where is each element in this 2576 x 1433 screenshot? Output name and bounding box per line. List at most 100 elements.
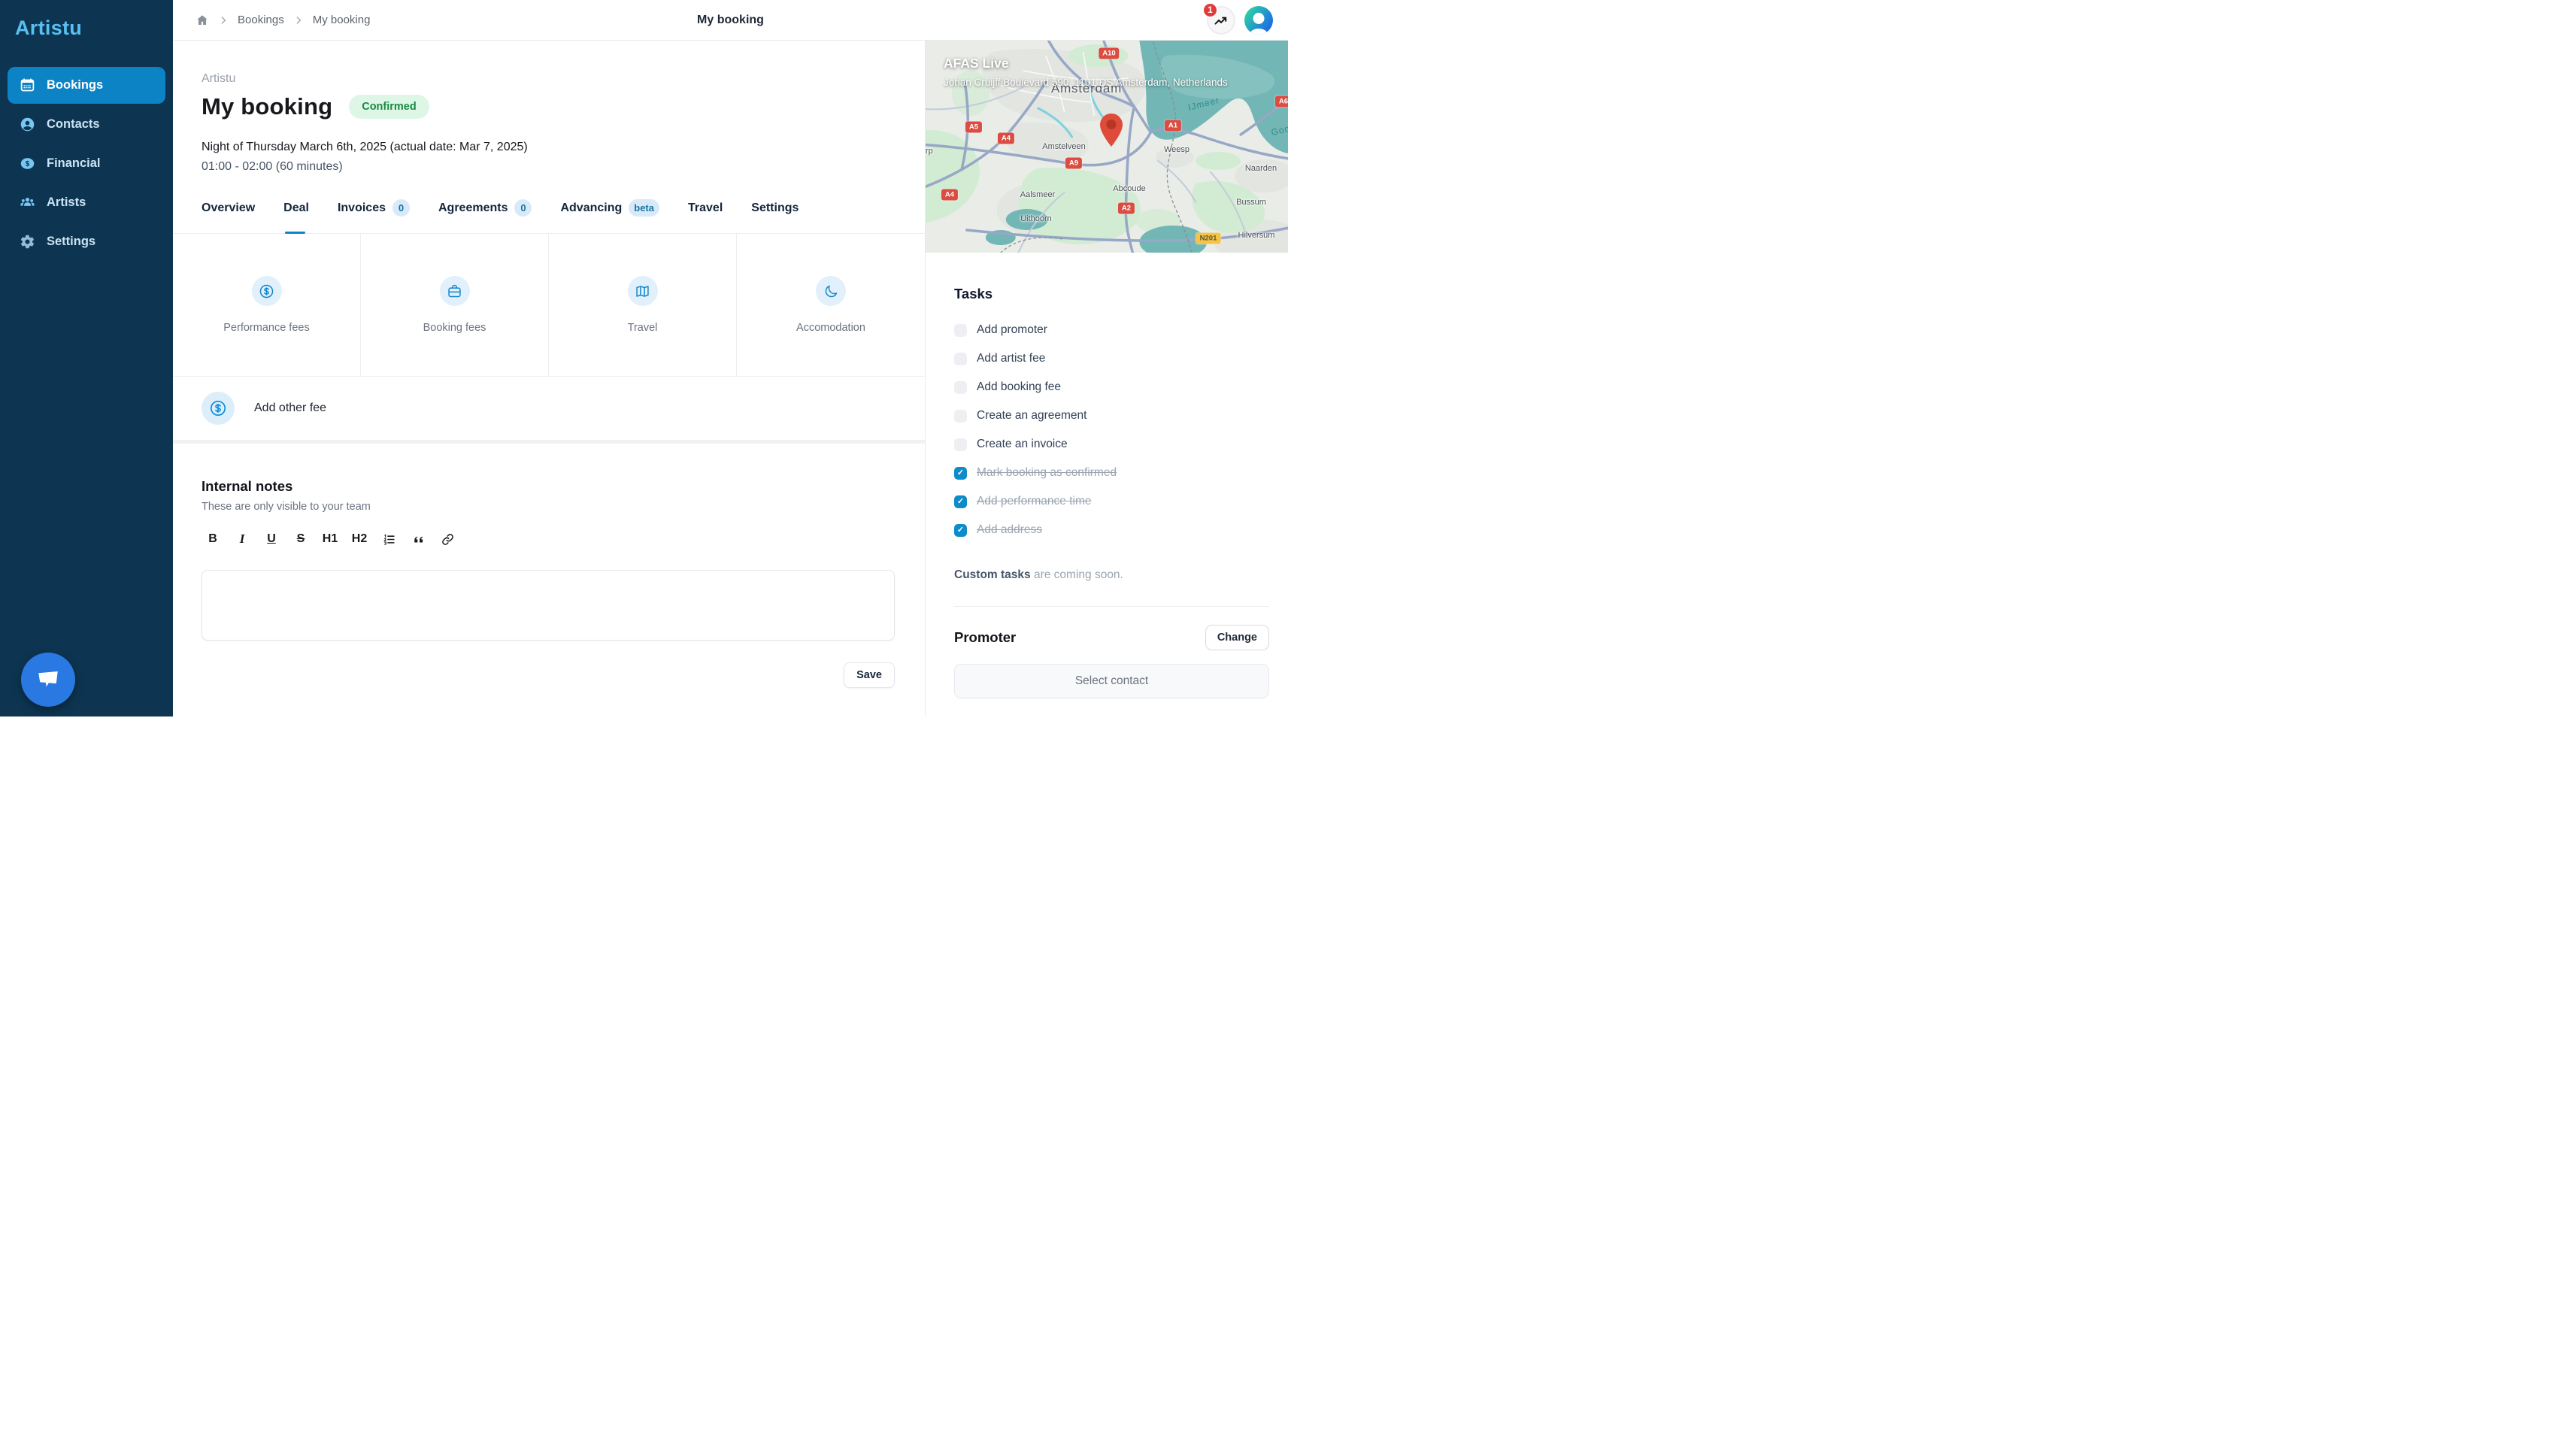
internal-notes-section: Internal notes These are only visible to…	[173, 444, 925, 688]
booking-date: Night of Thursday March 6th, 2025 (actua…	[202, 141, 895, 154]
fee-card[interactable]: Performance fees	[173, 234, 361, 376]
task-checkbox[interactable]: ✓	[954, 353, 967, 365]
strikethrough-button[interactable]: S	[289, 528, 312, 550]
map-label: Hilversum	[1238, 231, 1275, 240]
task-checkbox[interactable]: ✓	[954, 524, 967, 537]
link-button[interactable]	[436, 528, 459, 550]
sidebar-item[interactable]: $ Financial	[8, 145, 165, 182]
dollar-circle-icon	[252, 276, 282, 306]
right-panel: Amsterdam IJmeer Amstelveen Weesp Naarde…	[925, 41, 1288, 716]
tab[interactable]: Travel	[688, 199, 723, 233]
tab-badge: 0	[514, 199, 532, 217]
calendar-icon	[20, 77, 35, 93]
activity-button[interactable]: 1	[1207, 6, 1235, 35]
fee-card-label: Accomodation	[796, 322, 865, 334]
tab[interactable]: Advancing beta	[560, 199, 659, 233]
venue-name: AFAS Live	[944, 56, 1228, 71]
topbar-actions: 1	[1207, 6, 1273, 35]
task-row: ✓ Create an agreement	[954, 407, 1269, 424]
fee-card[interactable]: Accomodation	[737, 234, 925, 376]
tab-label: Overview	[202, 201, 255, 215]
venue-address: Johan Cruijff Boulevard 590, 1101 DS Ams…	[944, 77, 1228, 88]
dollar-circle-icon	[202, 392, 235, 425]
tab[interactable]: Settings	[751, 199, 799, 233]
sidebar-item-label: Settings	[47, 235, 95, 249]
user-avatar[interactable]	[1244, 6, 1273, 35]
task-checkbox[interactable]: ✓	[954, 324, 967, 337]
sidebar: Artistu Bookings Contacts $ Financial	[0, 0, 173, 716]
notes-toolbar: B I U	[202, 528, 895, 550]
fee-card[interactable]: Travel	[549, 234, 737, 376]
sidebar-item-label: Financial	[47, 156, 101, 171]
fee-cards: Performance fees Booking fees Travel	[173, 234, 925, 377]
sidebar-item[interactable]: Artists	[8, 184, 165, 221]
map-icon	[628, 276, 658, 306]
fee-card-label: Performance fees	[223, 322, 309, 334]
map-label: A1	[1165, 120, 1181, 132]
select-contact-button[interactable]: Select contact	[954, 664, 1269, 698]
save-button[interactable]: Save	[844, 662, 895, 688]
tab[interactable]: Agreements 0	[438, 199, 532, 233]
add-other-fee-button[interactable]: Add other fee	[173, 377, 925, 440]
status-badge: Confirmed	[349, 95, 429, 119]
promoter-title: Promoter	[954, 629, 1016, 646]
task-list: ✓ Add promoter ✓ Add artist fee ✓	[954, 322, 1269, 550]
map-label: A5	[965, 122, 982, 133]
tab[interactable]: Invoices 0	[338, 199, 410, 233]
topbar: Bookings My booking My booking 1	[173, 0, 1288, 41]
main-area: Bookings My booking My booking 1	[173, 0, 1288, 716]
ordered-list-icon	[382, 532, 396, 547]
task-checkbox[interactable]: ✓	[954, 381, 967, 394]
breadcrumb-link[interactable]: Bookings	[238, 14, 284, 26]
page-head: Artistu My booking Confirmed Night of Th…	[173, 41, 925, 174]
sidebar-nav: Bookings Contacts $ Financial Artists	[0, 67, 173, 260]
chat-fab-button[interactable]	[21, 653, 75, 707]
briefcase-icon	[440, 276, 470, 306]
internal-notes-title: Internal notes	[202, 478, 895, 495]
venue-map[interactable]: Amsterdam IJmeer Amstelveen Weesp Naarde…	[926, 41, 1288, 253]
task-label: Mark booking as confirmed	[977, 466, 1117, 480]
home-icon[interactable]	[195, 14, 209, 27]
people-icon	[20, 195, 35, 211]
app-window: Artistu Bookings Contacts $ Financial	[0, 0, 1288, 716]
notes-input[interactable]	[202, 570, 895, 641]
heading1-button[interactable]: H1	[319, 528, 341, 550]
tab[interactable]: Deal	[283, 199, 309, 233]
underline-button[interactable]: U	[260, 528, 283, 550]
venue-overlay: AFAS Live Johan Cruijff Boulevard 590, 1…	[944, 56, 1228, 88]
task-label: Add artist fee	[977, 352, 1045, 365]
italic-button[interactable]: I	[231, 528, 253, 550]
map-label: Weesp	[1164, 145, 1190, 154]
bold-button[interactable]: B	[202, 528, 224, 550]
chevron-right-icon	[218, 15, 229, 26]
sidebar-item-label: Artists	[47, 195, 86, 210]
avatar-shoulders-shape	[1250, 29, 1268, 35]
person-icon	[20, 117, 35, 132]
sidebar-item[interactable]: Settings	[8, 223, 165, 260]
fee-card[interactable]: Booking fees	[361, 234, 549, 376]
tab-badge: beta	[629, 199, 659, 217]
task-checkbox[interactable]: ✓	[954, 467, 967, 480]
checkmark-icon: ✓	[957, 526, 964, 535]
quote-button[interactable]	[407, 528, 429, 550]
ordered-list-button[interactable]	[377, 528, 400, 550]
map-label: Abcoude	[1113, 184, 1145, 193]
task-checkbox[interactable]: ✓	[954, 410, 967, 423]
avatar-head-shape	[1253, 13, 1265, 24]
breadcrumb-link[interactable]: My booking	[313, 14, 371, 26]
internal-notes-subtitle: These are only visible to your team	[202, 501, 895, 513]
task-row: ✓ Mark booking as confirmed	[954, 465, 1269, 481]
task-row: ✓ Add address	[954, 522, 1269, 538]
tab[interactable]: Overview	[202, 199, 255, 233]
task-checkbox[interactable]: ✓	[954, 438, 967, 451]
task-checkbox[interactable]: ✓	[954, 495, 967, 508]
sidebar-item[interactable]: Bookings	[8, 67, 165, 104]
fee-card-label: Travel	[628, 322, 658, 334]
sidebar-item-label: Contacts	[47, 117, 100, 132]
custom-tasks-note: Custom tasks are coming soon.	[954, 568, 1269, 582]
chevron-right-icon	[293, 15, 304, 26]
booking-time: 01:00 - 02:00 (60 minutes)	[202, 160, 895, 174]
heading2-button[interactable]: H2	[348, 528, 371, 550]
sidebar-item[interactable]: Contacts	[8, 106, 165, 143]
change-promoter-button[interactable]: Change	[1205, 625, 1269, 650]
